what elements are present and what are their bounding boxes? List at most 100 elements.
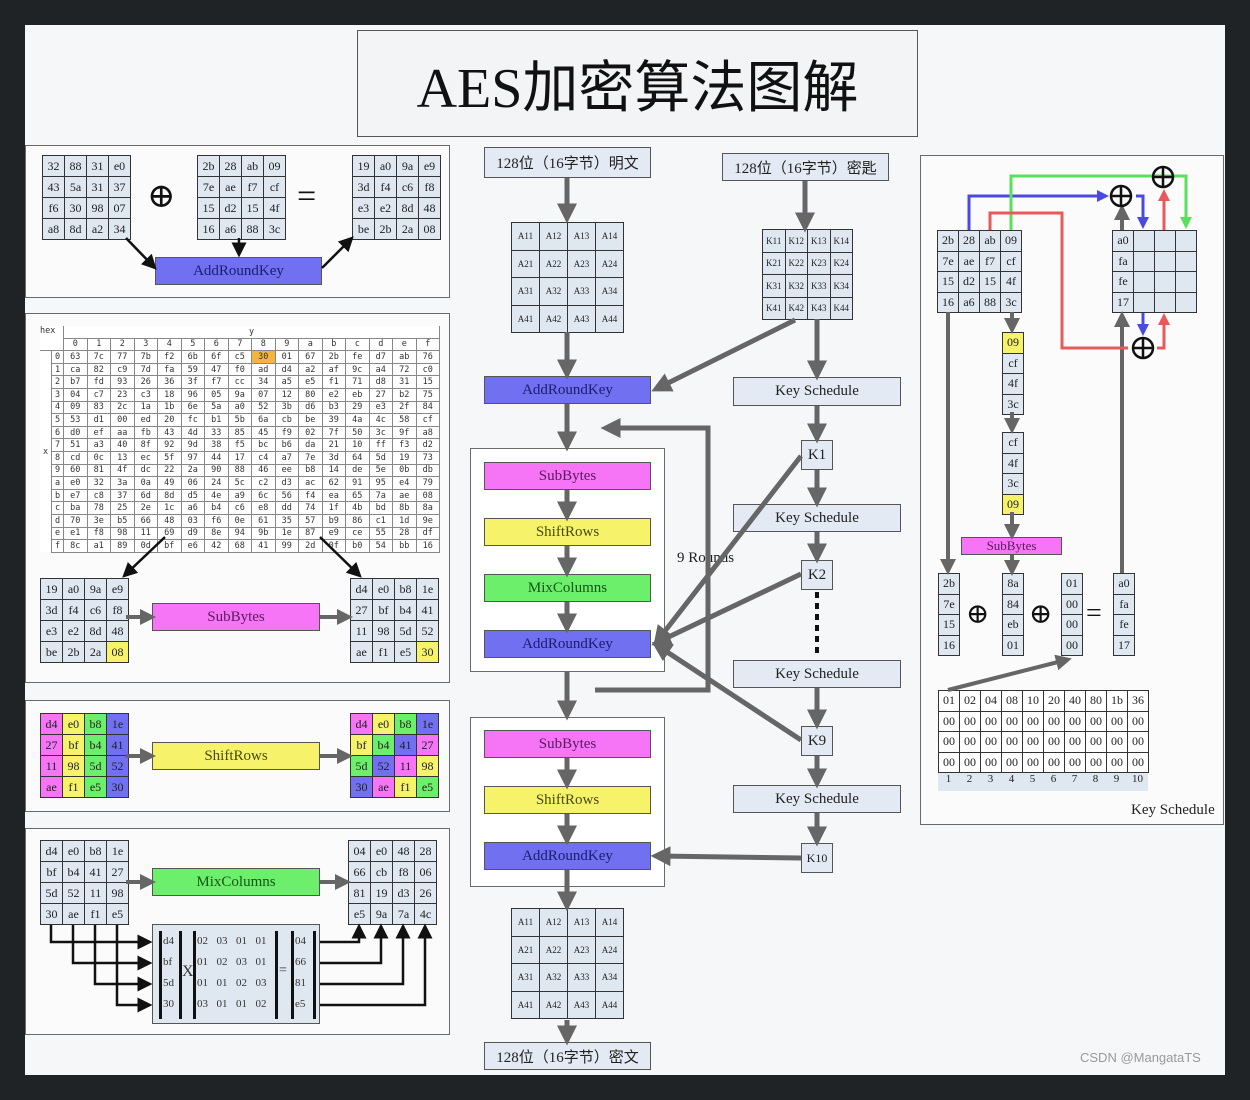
sbox-row: x 0 63 7c 77 7b f2 6b 6f c5 30 01 67 2b fe d7 ab 76	[40, 350, 440, 553]
matrix-cell: K22	[785, 252, 807, 274]
state-matrix: 32 88 31 e0 43 5a 31 37 f6 30 98 07 a8 8d a2 34	[42, 155, 131, 240]
sbox-cell: 12	[274, 387, 299, 402]
matrix-cell: f8	[419, 177, 440, 197]
xor-symbol: ⊕	[147, 178, 176, 215]
matrix-cell: f7	[980, 251, 1000, 271]
matrix-cell: d4	[351, 714, 372, 734]
sbox-cell: b2	[392, 387, 417, 402]
sbox-cell: 53	[63, 413, 88, 427]
sbox-cell: 70	[63, 513, 88, 528]
matrix-cell: 30	[351, 777, 372, 797]
matrix-cell: e5	[85, 777, 106, 797]
matrix-cell: 36	[1128, 691, 1148, 711]
add-round-key-box: AddRoundKey	[155, 257, 322, 285]
sbox-cell: 46	[251, 463, 276, 478]
matrix-cell: 48	[393, 841, 414, 861]
key-schedule-caption: Key Schedule	[1131, 802, 1215, 818]
sbox-col-header: 6	[204, 337, 229, 352]
sbox-cell: 78	[86, 501, 111, 515]
sbox-cell: 67	[298, 350, 323, 364]
key-schedule-2: Key Schedule	[733, 504, 901, 532]
matrix-cell: f8	[107, 600, 128, 620]
sbox-cell: a1	[86, 539, 111, 553]
matrix-cell: f1	[63, 777, 84, 797]
sbox-cell: e2	[321, 387, 346, 402]
sbox-cell: 2a	[180, 463, 205, 478]
sbox-cell: 01	[274, 350, 299, 364]
sbox-cell: 1a	[133, 400, 158, 415]
sbox-cell: 6f	[204, 350, 229, 364]
sbox-cell: ab	[392, 350, 417, 364]
matrix-cell: 52	[63, 883, 84, 903]
matrix-cell: 81	[349, 883, 370, 903]
matrix-coefficient: 03	[255, 977, 267, 989]
sbox-cell: 24	[204, 476, 229, 490]
sbox-cell: 65	[345, 488, 370, 503]
sbox-cell: 86	[345, 513, 370, 528]
matrix-cell: d2	[220, 198, 241, 218]
matrix-cell: 7e	[939, 594, 959, 614]
matrix-cell: 00	[1128, 732, 1148, 752]
sbox-cell: d8	[368, 375, 393, 389]
matrix-cell: e5	[349, 904, 370, 924]
page-title: AES加密算法图解	[357, 30, 918, 137]
sbox-cell: 8b	[392, 501, 417, 515]
sbox-cell: 61	[251, 513, 276, 528]
sbox-cell: c4	[251, 450, 276, 465]
sbox-cell: 3f	[180, 375, 205, 389]
sbox-row: a e0 32 3a 0a 49 06 24 5c c2 d3 ac 62 91 95 e4 79	[40, 476, 440, 490]
matrix-cell: A13	[568, 909, 595, 936]
sbox-cell: af	[321, 362, 346, 377]
sbox-cell: 63	[63, 350, 88, 364]
sbox-row: c ba 78 25 2e 1c a6 b4 c6 e8 dd 74 1f 4b bd 8b 8a	[40, 501, 440, 515]
final-shiftrows: ShiftRows	[484, 786, 651, 814]
sbox-cell: 2e	[133, 501, 158, 515]
matrix-coefficient: 03	[236, 956, 247, 968]
sbox-cell: 1d	[392, 513, 417, 528]
matrix-cell: fa	[1113, 251, 1133, 271]
sbox-col-header: 8	[251, 337, 276, 352]
sbox-cell: 32	[86, 476, 111, 490]
subbytes-output-matrix: d4 e0 b8 1e 27 bf b4 41 11 98 5d 52 ae f1 e5 30	[350, 578, 439, 663]
matrix-cell: K13	[808, 230, 830, 252]
matrix-cell: e2	[375, 198, 396, 218]
matrix-cell: 01	[939, 691, 959, 711]
sbox-cell: 25	[110, 501, 135, 515]
matrix-cell: e2	[63, 621, 84, 641]
key-schedule-4: Key Schedule	[733, 785, 901, 813]
sbox-cell: 77	[110, 350, 135, 364]
sbox-cell: 66	[133, 513, 158, 528]
matrix-cell: A22	[540, 936, 567, 963]
sbox-cell: ea	[321, 488, 346, 503]
sbox-row: 8 cd 0c 13 ec 5f 97 44 17 c4 a7 7e 3d 64 5d 19 73	[40, 450, 440, 465]
sbox-row-header: 5	[51, 413, 64, 427]
sbox-cell: 93	[110, 375, 135, 389]
sbox-cell: d3	[274, 476, 299, 490]
matrix-cell: fa	[1114, 594, 1134, 614]
matrix-cell: f4	[63, 600, 84, 620]
sbox-cell: 8d	[157, 488, 182, 503]
sbox-cell: 4f	[110, 463, 135, 478]
sbox-cell: ff	[368, 438, 393, 452]
matrix-cell: cf	[264, 177, 285, 197]
matrix-cell: 09	[1003, 333, 1023, 353]
sbox-cell: b5	[110, 513, 135, 528]
matrix-cell: 1e	[107, 841, 128, 861]
mixcolumns-output-matrix: 04 e0 48 28 66 cb f8 06 81 19 d3 26 e5 9a 7a 4c	[348, 840, 437, 925]
sbox-row-header: a	[51, 476, 64, 490]
matrix-cell: a0	[63, 579, 84, 599]
matrix-coefficient: 01	[236, 935, 247, 947]
matrix-cell: ab	[242, 156, 263, 176]
sbox-cell: ae	[392, 488, 417, 503]
matrix-cell: 00	[1107, 732, 1127, 752]
matrix-cell: A11	[512, 909, 539, 936]
matrix-cell: K12	[785, 230, 807, 252]
bracket	[313, 931, 316, 1019]
matrix-coefficient: 01	[216, 977, 228, 989]
matrix-cell: 80	[1086, 691, 1106, 711]
sbox-cell: 1f	[321, 501, 346, 515]
matrix-cell: 3c	[1003, 394, 1023, 414]
sbox-cell: 9c	[345, 362, 370, 377]
result-column-value: e5	[295, 998, 306, 1010]
sbox-cell: 96	[180, 387, 205, 402]
